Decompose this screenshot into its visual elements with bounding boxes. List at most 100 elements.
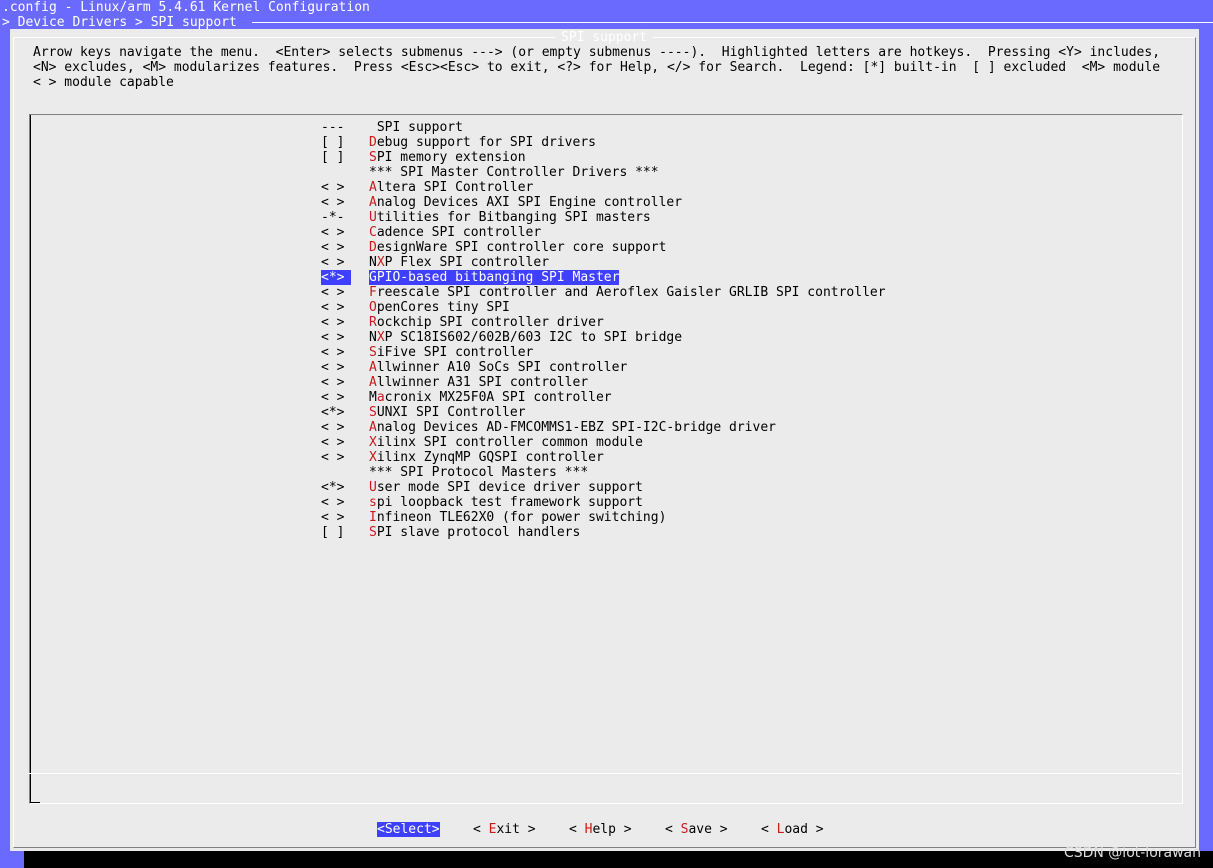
menuconfig-dialog: SPI support Arrow keys navigate the menu… — [10, 29, 1199, 851]
select-button[interactable]: <Select> — [377, 822, 440, 837]
menu-item-state: < > — [321, 420, 345, 435]
menu-item-text: P Flex SPI controller — [384, 255, 550, 270]
menu-item[interactable]: < > Altera SPI Controller — [321, 180, 533, 195]
menu-item-hotkey: a — [376, 390, 385, 405]
menu-item-state: < > — [321, 300, 345, 315]
menu-item[interactable]: < > Analog Devices AXI SPI Engine control… — [321, 195, 682, 210]
menu-item[interactable]: < > Allwinner A10 SoCs SPI controller — [321, 360, 627, 375]
menu-item-state: < > — [321, 180, 345, 195]
help-text-line-2: <N> excludes, <M> modularizes features. … — [33, 60, 1161, 75]
menu-item[interactable]: < > Allwinner A31 SPI controller — [321, 375, 588, 390]
menu-item[interactable]: < > Xilinx ZynqMP GQSPI controller — [321, 450, 604, 465]
watermark: CSDN @iot-lorawan — [1063, 845, 1201, 861]
menu-item-state: < > — [321, 375, 345, 390]
menu-item-text: SPI support — [369, 120, 463, 135]
menu-item-hotkey: A — [369, 360, 377, 375]
menu-item-text: *** SPI Master Controller Drivers *** — [369, 165, 659, 180]
menu-item-state: < > — [321, 345, 345, 360]
menu-item-hotkey: S — [369, 405, 377, 420]
menu-item-hotkey: S — [369, 345, 377, 360]
menu-item-text: PI memory extension — [376, 150, 526, 165]
menu-item[interactable]: < > Analog Devices AD-FMCOMMS1-EBZ SPI-I2… — [321, 420, 776, 435]
exit-button[interactable]: < Exit > — [473, 822, 536, 837]
menu-item-state: < > — [321, 240, 345, 255]
menu-item[interactable]: < > Cadence SPI controller — [321, 225, 541, 240]
menu-item-hotkey: X — [369, 435, 377, 450]
menu-item-state: < > — [321, 285, 345, 300]
menu-item[interactable]: < > OpenCores tiny SPI — [321, 300, 510, 315]
menu-item-label: Freescale SPI controller and Aeroflex Ga… — [369, 285, 886, 300]
menu-item-state: <*> — [321, 270, 351, 285]
menu-item[interactable]: < > Xilinx SPI controller common module — [321, 435, 643, 450]
menu-item[interactable]: < > NXP Flex SPI controller — [321, 255, 549, 270]
button-text: oad > — [784, 822, 824, 837]
menu-item-text: *** SPI Protocol Masters *** — [369, 465, 589, 480]
menu-item-text: ockchip SPI controller driver — [376, 315, 604, 330]
menu-item-label: GPIO-based bitbanging SPI Master — [369, 270, 620, 285]
menu-item[interactable]: < > SiFive SPI controller — [321, 345, 533, 360]
menu-item[interactable]: < > spi loopback test framework support — [321, 495, 643, 510]
menu-item-label: Altera SPI Controller — [369, 180, 533, 195]
menu-item-hotkey: O — [369, 300, 377, 315]
button-bracket: < — [569, 822, 585, 837]
menu-item-label: *** SPI Protocol Masters *** — [369, 465, 588, 480]
menu-item-hotkey: U — [369, 210, 377, 225]
menu-item-hotkey: S — [369, 525, 377, 540]
menu-item[interactable]: *** SPI Protocol Masters *** — [321, 465, 588, 480]
menu-item[interactable]: [ ] Debug support for SPI drivers — [321, 135, 596, 150]
menu-item-label: SPI support — [369, 120, 463, 135]
load-button[interactable]: < Load > — [761, 822, 824, 837]
menu-item[interactable]: [ ] SPI slave protocol handlers — [321, 525, 580, 540]
menu-item[interactable]: < > Freescale SPI controller and Aeroflex… — [321, 285, 886, 300]
menu-item-state: --- — [321, 120, 345, 135]
help-button[interactable]: < Help > — [569, 822, 632, 837]
menu-item[interactable]: --- SPI support — [321, 120, 463, 135]
menu-item-text: llwinner A31 SPI controller — [376, 375, 589, 390]
menu-item[interactable]: *** SPI Master Controller Drivers *** — [321, 165, 659, 180]
menu-item-hotkey: G — [369, 270, 377, 285]
menu-item-state: < > — [321, 390, 345, 405]
save-button[interactable]: < Save > — [665, 822, 728, 837]
menu-item-text: ltera SPI Controller — [376, 180, 534, 195]
menu-item-label: SPI memory extension — [369, 150, 526, 165]
menu-item[interactable]: [ ] SPI memory extension — [321, 150, 526, 165]
breadcrumb: > Device Drivers > SPI support — [2, 15, 237, 30]
menu-item-label: *** SPI Master Controller Drivers *** — [369, 165, 659, 180]
menu-item-label: Allwinner A10 SoCs SPI controller — [369, 360, 627, 375]
menu-item-hotkey: A — [369, 195, 377, 210]
menu-item-hotkey: U — [369, 480, 377, 495]
menu-item[interactable]: <*> User mode SPI device driver support — [321, 480, 643, 495]
button-text: xit > — [496, 822, 536, 837]
menu-item-text: ebug support for SPI drivers — [376, 135, 596, 150]
button-text: elp > — [592, 822, 632, 837]
menu-item[interactable]: < > Rockchip SPI controller driver — [321, 315, 604, 330]
menu-item[interactable]: -*- Utilities for Bitbanging SPI masters — [321, 210, 651, 225]
bottom-bar — [0, 851, 1213, 868]
menu-item-text: P SC18IS602/602B/603 I2C to SPI bridge — [384, 330, 683, 345]
menu-item[interactable]: < > DesignWare SPI controller core suppor… — [321, 240, 666, 255]
menu-item-text: esignWare SPI controller core support — [376, 240, 667, 255]
menu-item[interactable]: <*> SUNXI SPI Controller — [321, 405, 526, 420]
menu-item-text: llwinner A10 SoCs SPI controller — [376, 360, 628, 375]
window-title: .config - Linux/arm 5.4.61 Kernel Config… — [2, 0, 370, 15]
menu-item-text: ser mode SPI device driver support — [376, 480, 643, 495]
menu-item-label: Macronix MX25F0A SPI controller — [369, 390, 612, 405]
menu-item-state: < > — [321, 510, 345, 525]
menu-item[interactable]: < > Macronix MX25F0A SPI controller — [321, 390, 612, 405]
menu-item[interactable]: < > NXP SC18IS602/602B/603 I2C to SPI bri… — [321, 330, 682, 345]
menu-item-hotkey: A — [369, 420, 377, 435]
menu-item-text: reescale SPI controller and Aeroflex Gai… — [376, 285, 886, 300]
menu-item[interactable]: < > Infineon TLE62X0 (for power switching… — [321, 510, 666, 525]
menu-item-hotkey: R — [369, 315, 377, 330]
menu-item-text: nfineon TLE62X0 (for power switching) — [376, 510, 667, 525]
menu-item-state: < > — [321, 315, 345, 330]
breadcrumb-divider — [252, 22, 1213, 23]
menu-item-state: < > — [321, 255, 345, 270]
menu-item-text: nalog Devices AD-FMCOMMS1-EBZ SPI-I2C-br… — [376, 420, 776, 435]
button-bracket: < — [473, 822, 489, 837]
menu-item-label: Analog Devices AXI SPI Engine controller — [369, 195, 682, 210]
menu-item[interactable]: <*> GPIO-based bitbanging SPI Master — [321, 270, 620, 285]
menu-item-label: OpenCores tiny SPI — [369, 300, 510, 315]
menu-item-state: [ ] — [321, 135, 345, 150]
menu-item-text: iFive SPI controller — [376, 345, 534, 360]
